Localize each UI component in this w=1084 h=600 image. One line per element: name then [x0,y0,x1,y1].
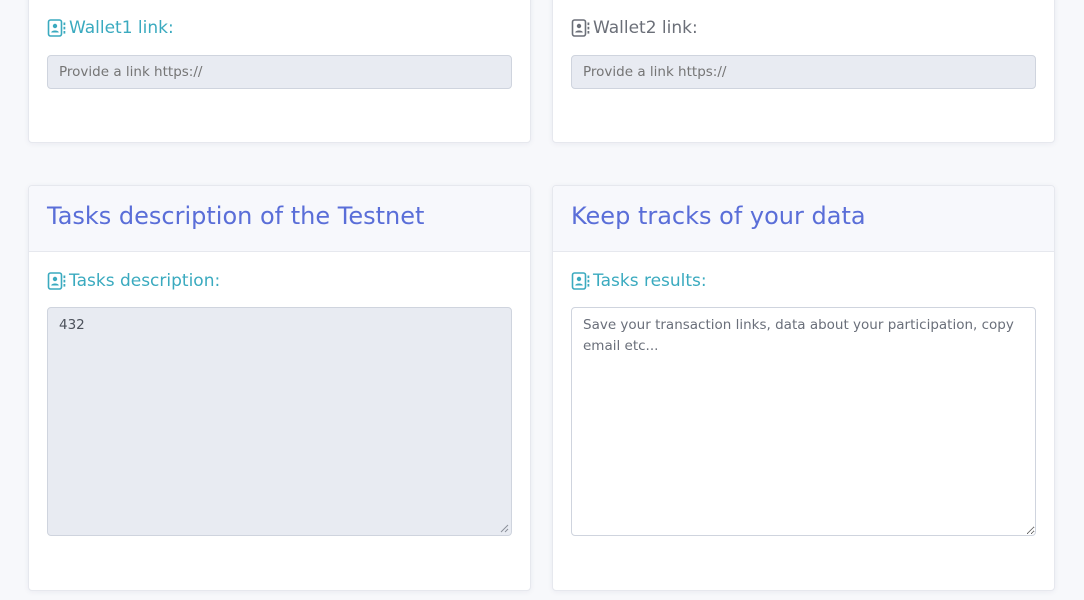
tasks-description-label: Tasks description: [47,271,220,291]
resize-grip-icon[interactable] [500,524,509,533]
tasks-description-textarea[interactable]: 432 [47,307,512,536]
tasks-results-label: Tasks results: [571,271,707,291]
wallet2-label: Wallet2 link: [571,18,698,38]
contact-book-icon [47,272,66,290]
keep-tracks-card-title: Keep tracks of your data [571,202,866,230]
tasks-card-header: Tasks description of the Testnet [29,186,530,252]
tasks-description-value: 432 [59,317,85,333]
keep-tracks-card-header: Keep tracks of your data [553,186,1054,252]
wallet1-link-input[interactable] [47,55,512,89]
tasks-results-label-text: Tasks results: [593,271,707,291]
tasks-card-title: Tasks description of the Testnet [47,202,425,230]
keep-tracks-card: Keep tracks of your data Tasks results: [552,185,1055,591]
tasks-results-textarea[interactable] [571,307,1036,536]
tasks-description-label-text: Tasks description: [69,271,221,291]
contact-book-icon [571,272,590,290]
wallet1-label: Wallet1 link: [47,18,174,38]
wallet1-card: Wallet1 link: [28,0,531,143]
tasks-description-card: Tasks description of the Testnet Tasks d… [28,185,531,591]
wallet2-card: Wallet2 link: [552,0,1055,143]
contact-book-icon [571,19,590,37]
wallet2-link-input[interactable] [571,55,1036,89]
contact-book-icon [47,19,66,37]
wallet1-label-text: Wallet1 link: [69,18,174,38]
wallet2-label-text: Wallet2 link: [593,18,698,38]
